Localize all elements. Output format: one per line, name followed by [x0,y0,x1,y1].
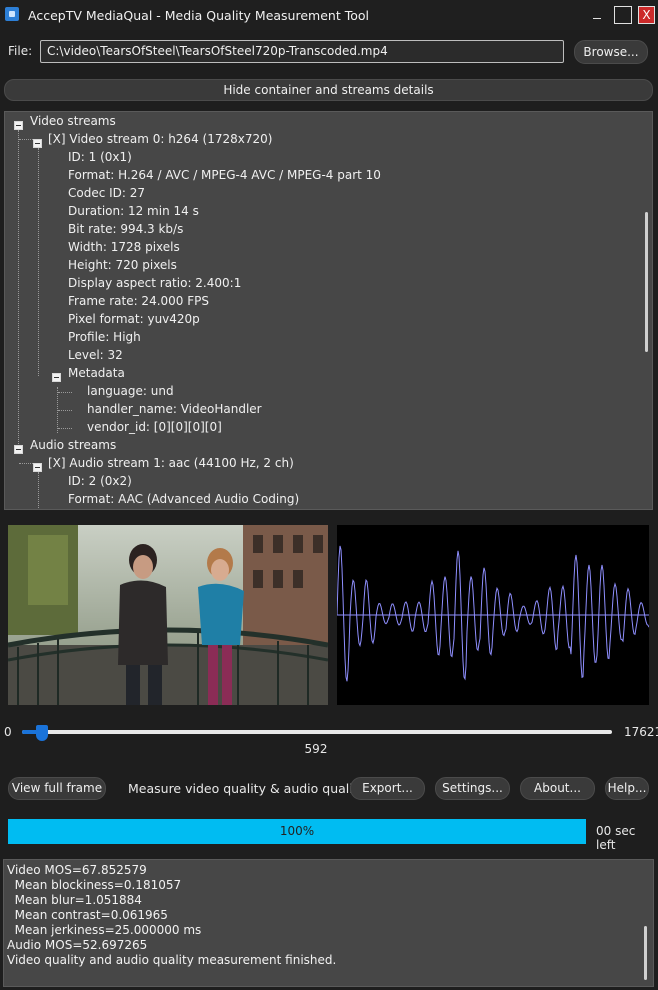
frame-slider-thumb[interactable] [35,725,48,741]
tree-property: ID: 2 (0x2) [68,474,132,488]
about-button[interactable]: About... [520,777,595,800]
tree-audio-stream-1[interactable]: [X] Audio stream 1: aac (44100 Hz, 2 ch) [48,456,294,474]
hide-details-button[interactable]: Hide container and streams details [4,79,653,101]
tree-property: Pixel format: yuv420p [68,312,200,326]
view-full-frame-button[interactable]: View full frame [8,777,106,800]
app-icon [5,7,19,21]
settings-button[interactable]: Settings... [435,777,510,800]
result-line: Mean jerkiness=25.000000 ms [7,923,202,937]
collapse-toggle-icon[interactable] [33,463,42,472]
progress-percent: 100% [279,824,315,838]
tree-video-stream-0[interactable]: [X] Video stream 0: h264 (1728x720) [48,132,272,150]
slider-current-value: 592 [304,742,328,756]
slider-max-label: 17621 [624,725,658,739]
browse-button[interactable]: Browse... [574,40,648,64]
file-path-input[interactable]: C:\video\TearsOfSteel\TearsOfSteel720p-T… [40,40,564,63]
tree-property: Level: 32 [68,348,123,362]
tree-metadata-item: language: und [87,384,174,398]
tree-metadata-item: vendor_id: [0][0][0][0] [87,420,222,434]
result-line: Video MOS=67.852579 [7,863,147,877]
audio-waveform [336,525,650,705]
tree-property: Format: H.264 / AVC / MPEG-4 AVC / MPEG-… [68,168,381,182]
tree-property: Frame rate: 24.000 FPS [68,294,209,308]
maximize-button[interactable] [614,6,632,24]
result-line: Audio MOS=52.697265 [7,938,148,952]
video-frame-preview [8,525,328,705]
help-button[interactable]: Help... [605,777,649,800]
tree-property: Height: 720 pixels [68,258,177,272]
tree-property: Codec ID: 27 [68,186,146,200]
tree-property: Format: AAC (Advanced Audio Coding) [68,492,300,506]
file-label: File: [8,44,33,58]
tree-scrollbar-thumb[interactable] [645,212,648,352]
time-left-label: 00 sec left [596,824,636,852]
measure-mode-label[interactable]: Measure video quality & audio quality [128,781,365,796]
results-scrollbar-thumb[interactable] [644,926,647,980]
streams-tree[interactable]: Video streams [X] Video stream 0: h264 (… [4,111,653,510]
tree-metadata-item: handler_name: VideoHandler [87,402,262,416]
result-line: Mean blur=1.051884 [7,893,142,907]
tree-property: ID: 1 (0x1) [68,150,132,164]
result-line: Mean contrast=0.061965 [7,908,168,922]
collapse-toggle-icon[interactable] [52,373,61,382]
window-title: AccepTV MediaQual - Media Quality Measur… [28,8,369,23]
tree-property: Duration: 12 min 14 s [68,204,199,218]
tree-property: Profile: High [68,330,141,344]
collapse-toggle-icon[interactable] [14,121,23,130]
close-button[interactable]: X [638,6,655,24]
minimize-button[interactable] [590,6,604,24]
title-bar: AccepTV MediaQual - Media Quality Measur… [0,0,658,30]
tree-audio-streams[interactable]: Audio streams [30,438,116,456]
tree-property: Width: 1728 pixels [68,240,180,254]
export-button[interactable]: Export... [350,777,425,800]
collapse-toggle-icon[interactable] [14,445,23,454]
frame-slider-track[interactable] [22,730,612,734]
tree-video-streams[interactable]: Video streams [30,114,116,132]
results-log[interactable]: Video MOS=67.852579 Mean blockiness=0.18… [3,859,654,987]
tree-property: Display aspect ratio: 2.400:1 [68,276,242,290]
result-line: Mean blockiness=0.181057 [7,878,182,892]
tree-property: Bit rate: 994.3 kb/s [68,222,184,236]
tree-metadata[interactable]: Metadata [68,366,125,384]
slider-min-label: 0 [4,725,12,739]
collapse-toggle-icon[interactable] [33,139,42,148]
result-line: Video quality and audio quality measurem… [7,953,337,967]
